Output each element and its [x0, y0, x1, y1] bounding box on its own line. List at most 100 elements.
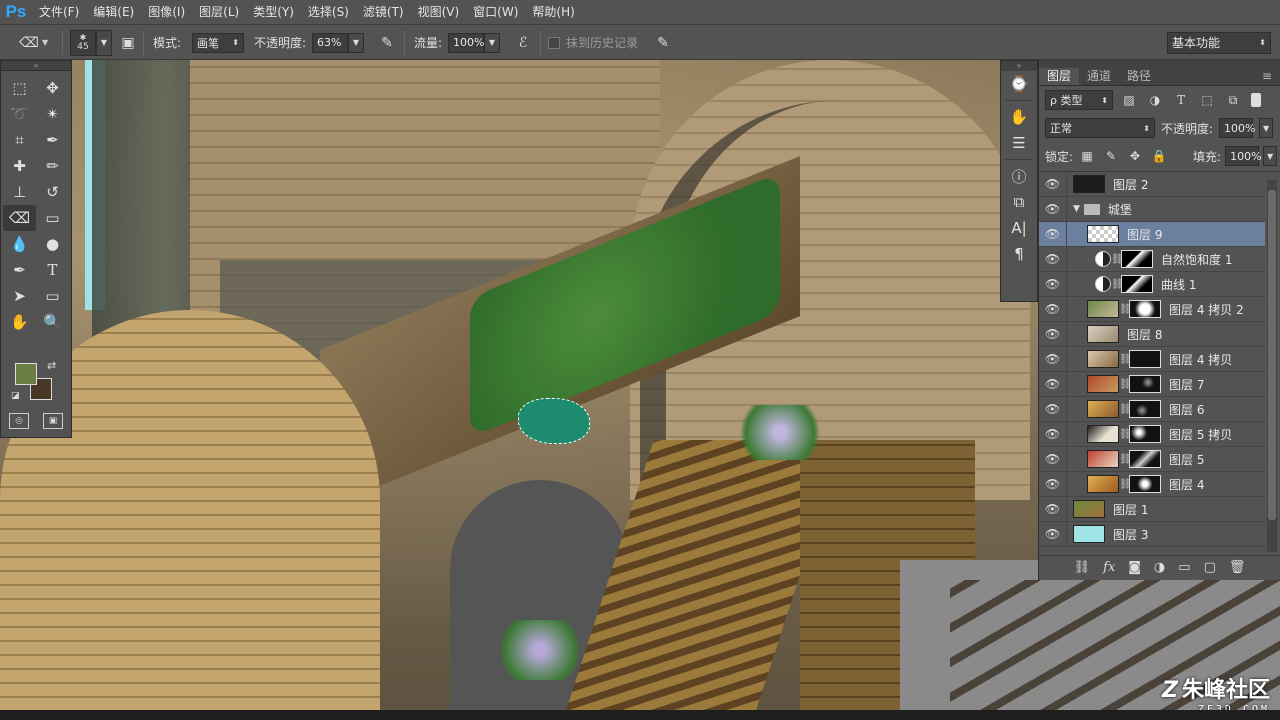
- menu-help[interactable]: 帮助(H): [525, 0, 581, 24]
- tab-channels[interactable]: 通道: [1079, 68, 1119, 85]
- blur-tool-icon[interactable]: 💧: [3, 231, 36, 257]
- lasso-tool-icon[interactable]: ➰: [3, 101, 36, 127]
- path-selection-tool-icon[interactable]: ➤: [3, 283, 36, 309]
- fill-dropdown[interactable]: ▼: [1263, 146, 1278, 166]
- character-panel-icon[interactable]: A|: [1001, 215, 1037, 241]
- tab-paths[interactable]: 路径: [1119, 68, 1159, 85]
- zoom-tool-icon[interactable]: 🔍: [36, 309, 69, 335]
- blend-mode-select[interactable]: 正常 ⬍: [1045, 118, 1155, 138]
- visibility-eye-icon[interactable]: 👁: [1039, 371, 1067, 397]
- menu-window[interactable]: 窗口(W): [466, 0, 525, 24]
- tab-layers[interactable]: 图层: [1039, 68, 1080, 85]
- quick-mask-icon[interactable]: ◎: [9, 413, 29, 429]
- menu-type[interactable]: 类型(Y): [246, 0, 301, 24]
- info-panel-icon[interactable]: ⓘ: [1001, 163, 1037, 189]
- layer-mask-thumbnail[interactable]: [1129, 375, 1161, 393]
- marquee-tool-icon[interactable]: ⬚: [3, 75, 36, 101]
- layers-scrollbar[interactable]: [1267, 180, 1277, 552]
- visibility-eye-icon[interactable]: 👁: [1039, 396, 1067, 422]
- brush-panel-icon[interactable]: ✋: [1001, 104, 1037, 130]
- brush-panel-toggle[interactable]: ▣: [117, 25, 139, 60]
- opacity-dropdown-button[interactable]: ▼: [348, 32, 364, 53]
- layer-row[interactable]: 👁 图层 1: [1039, 496, 1265, 522]
- layer-row[interactable]: 👁 图层 3: [1039, 521, 1265, 547]
- filter-shape-icon[interactable]: ⬚: [1197, 89, 1217, 111]
- menu-view[interactable]: 视图(V): [411, 0, 467, 24]
- layer-row[interactable]: 👁 ⛓ 图层 5: [1039, 446, 1265, 472]
- lock-position-icon[interactable]: ✥: [1125, 145, 1145, 167]
- layer-row[interactable]: 👁 ⛓ 图层 4: [1039, 471, 1265, 497]
- link-layers-icon[interactable]: ⛓: [1074, 560, 1091, 575]
- adjustment-layer-row[interactable]: 👁 ⛓ 曲线 1: [1039, 271, 1265, 297]
- rectangle-tool-icon[interactable]: ▭: [36, 283, 69, 309]
- layer-mask-thumbnail[interactable]: [1121, 250, 1153, 268]
- menu-layer[interactable]: 图层(L): [192, 0, 246, 24]
- layer-mask-thumbnail[interactable]: [1129, 300, 1161, 318]
- menu-select[interactable]: 选择(S): [301, 0, 356, 24]
- new-group-folder-icon[interactable]: ▭: [1178, 560, 1190, 575]
- eyedropper-tool-icon[interactable]: ✒: [36, 127, 69, 153]
- visibility-eye-icon[interactable]: 👁: [1039, 496, 1067, 522]
- filter-type-icon[interactable]: T: [1171, 89, 1191, 111]
- filter-pixel-icon[interactable]: ▨: [1119, 89, 1139, 111]
- airbrush-icon[interactable]: ℰ: [512, 32, 534, 54]
- layer-mask-thumbnail[interactable]: [1129, 425, 1161, 443]
- new-adjustment-layer-icon[interactable]: ◑: [1154, 560, 1165, 575]
- eraser-tool-preset[interactable]: ⌫ ▼: [18, 25, 48, 60]
- foreground-color-swatch[interactable]: [15, 363, 37, 385]
- erase-history-checkbox[interactable]: [548, 36, 560, 49]
- crop-tool-icon[interactable]: ⌗: [3, 127, 36, 153]
- panel-grip[interactable]: [1039, 60, 1280, 68]
- paragraph-panel-icon[interactable]: ¶: [1001, 241, 1037, 267]
- visibility-eye-icon[interactable]: 👁: [1039, 271, 1067, 297]
- visibility-eye-icon[interactable]: 👁: [1039, 446, 1067, 472]
- layer-mask-thumbnail[interactable]: [1129, 450, 1161, 468]
- menu-image[interactable]: 图像(I): [141, 0, 192, 24]
- screen-mode-icon[interactable]: ▣: [43, 413, 63, 429]
- layer-mask-thumbnail[interactable]: [1129, 350, 1161, 368]
- dodge-tool-icon[interactable]: ●: [36, 231, 69, 257]
- properties-panel-icon[interactable]: ⧉: [1001, 189, 1037, 215]
- filter-adjustment-icon[interactable]: ◑: [1145, 89, 1165, 111]
- visibility-eye-icon[interactable]: 👁: [1039, 521, 1067, 547]
- visibility-eye-icon[interactable]: 👁: [1039, 221, 1067, 247]
- filter-toggle-icon[interactable]: [1251, 93, 1261, 107]
- panel-grip[interactable]: »: [1, 61, 71, 71]
- layer-row[interactable]: 👁 ⛓ 图层 4 拷贝 2: [1039, 296, 1265, 322]
- visibility-eye-icon[interactable]: 👁: [1039, 296, 1067, 322]
- add-mask-icon[interactable]: ◙: [1128, 560, 1141, 575]
- lock-transparent-icon[interactable]: ▦: [1077, 145, 1097, 167]
- move-tool-icon[interactable]: ✥: [36, 75, 69, 101]
- history-brush-tool-icon[interactable]: ↺: [36, 179, 69, 205]
- panel-grip[interactable]: »: [1001, 61, 1037, 71]
- eraser-tool-icon[interactable]: ⌫: [3, 205, 36, 231]
- layer-mask-thumbnail[interactable]: [1129, 475, 1161, 493]
- new-layer-icon[interactable]: ▢: [1204, 560, 1216, 575]
- pressure-opacity-icon[interactable]: ✎: [376, 32, 398, 54]
- layer-row[interactable]: 👁 ⛓ 图层 5 拷贝: [1039, 421, 1265, 447]
- layer-row[interactable]: 👁 图层 2: [1039, 171, 1265, 197]
- brush-tool-icon[interactable]: ✏: [36, 153, 69, 179]
- layer-row[interactable]: 👁 ⛓ 图层 6: [1039, 396, 1265, 422]
- default-colors-icon[interactable]: ◪: [11, 391, 20, 401]
- fill-input[interactable]: 100%: [1225, 146, 1262, 166]
- workspace-select[interactable]: 基本功能 ⬍: [1167, 31, 1271, 54]
- healing-brush-tool-icon[interactable]: ✚: [3, 153, 36, 179]
- pressure-size-icon[interactable]: ✎: [652, 32, 674, 54]
- mode-select[interactable]: 画笔 ⬍: [192, 32, 244, 53]
- lock-all-icon[interactable]: 🔒: [1149, 145, 1169, 167]
- visibility-eye-icon[interactable]: 👁: [1039, 421, 1067, 447]
- visibility-eye-icon[interactable]: 👁: [1039, 321, 1067, 347]
- brush-presets-icon[interactable]: ☰: [1001, 130, 1037, 156]
- filter-smart-object-icon[interactable]: ⧉: [1223, 89, 1243, 111]
- visibility-eye-icon[interactable]: 👁: [1039, 171, 1067, 197]
- layer-row-selected[interactable]: 👁 图层 9: [1039, 221, 1265, 247]
- history-panel-icon[interactable]: ⌚: [1001, 71, 1037, 97]
- adjustment-layer-row[interactable]: 👁 ⛓ 自然饱和度 1: [1039, 246, 1265, 272]
- layer-row[interactable]: 👁 图层 8: [1039, 321, 1265, 347]
- visibility-eye-icon[interactable]: 👁: [1039, 196, 1067, 222]
- layer-mask-thumbnail[interactable]: [1129, 400, 1161, 418]
- selection-marquee[interactable]: [518, 398, 590, 444]
- flow-dropdown-button[interactable]: ▼: [484, 32, 500, 53]
- visibility-eye-icon[interactable]: 👁: [1039, 471, 1067, 497]
